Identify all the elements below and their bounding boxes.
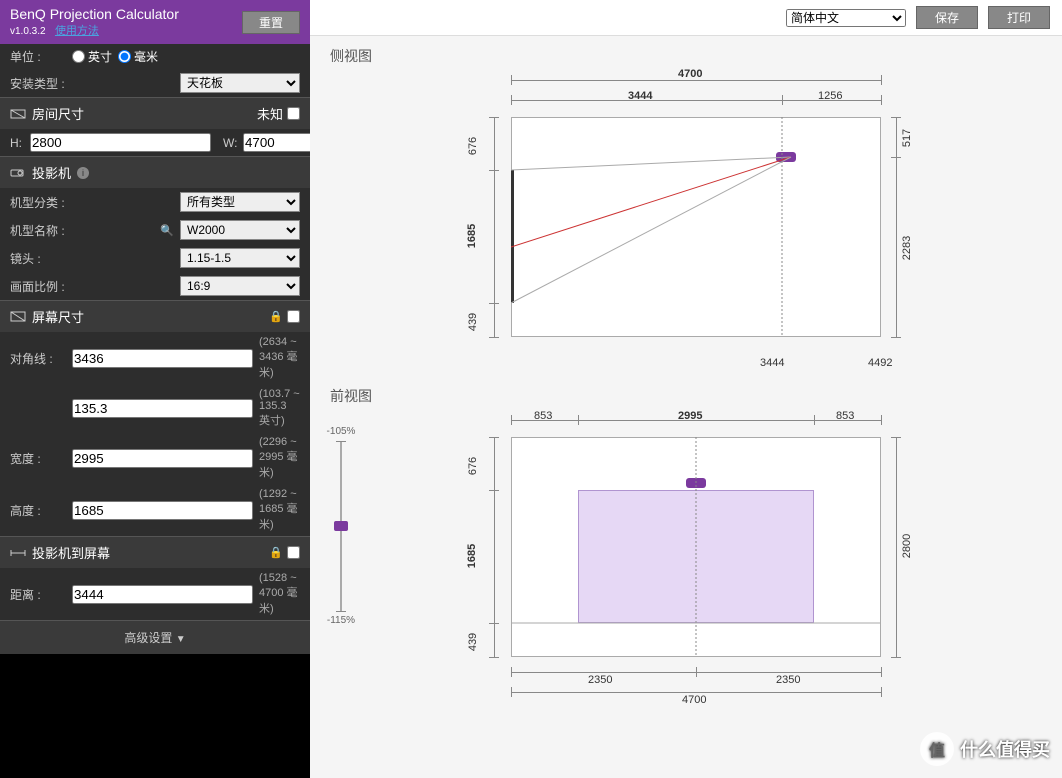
screen-width-input[interactable] [72,449,253,468]
install-type-label: 安装类型 : [10,75,76,92]
radio-inch[interactable] [72,50,85,63]
front-view-diagram: 853 2995 853 676 [406,412,966,712]
sidebar-empty [0,654,310,778]
distance-icon [10,546,26,560]
section-room: 房间尺寸 未知 [0,97,310,129]
lens-select[interactable]: 1.15-1.5 [180,248,300,268]
print-button[interactable]: 打印 [988,6,1050,29]
install-type-select[interactable]: 天花板 [180,73,300,93]
units-mm-radio[interactable]: 毫米 [118,48,158,65]
advanced-settings-toggle[interactable]: 高级设置 ▼ [0,620,310,654]
app-header: BenQ Projection Calculator v1.0.3.2 使用方法… [0,0,310,44]
chevron-down-icon: ▼ [176,634,186,645]
sidebar: BenQ Projection Calculator v1.0.3.2 使用方法… [0,0,310,778]
front-view-area: 前视图 -105% -115% 853 29 [310,382,1062,722]
units-label: 单位 : [10,48,66,65]
offset-thumb[interactable] [334,521,348,531]
language-select[interactable]: 简体中文 [786,9,906,27]
model-category-select[interactable]: 所有类型 [180,192,300,212]
screen-height-input[interactable] [72,501,253,520]
topbar: 简体中文 保存 打印 [310,0,1062,36]
save-button[interactable]: 保存 [916,6,978,29]
usage-link[interactable]: 使用方法 [55,25,99,37]
projector-icon [10,166,26,180]
info-icon[interactable]: i [77,167,89,179]
section-distance: 投影机到屏幕 🔒 [0,536,310,568]
main-area: 简体中文 保存 打印 侧视图 4700 3444 1256 [310,0,1062,778]
side-view-area: 侧视图 4700 3444 1256 [310,36,1062,382]
distance-input[interactable] [72,585,253,604]
side-view-title: 侧视图 [330,46,1042,66]
screen-icon [10,310,26,324]
watermark-icon: 值 [920,732,954,766]
search-icon[interactable]: 🔍 [160,224,174,237]
units-inch-radio[interactable]: 英寸 [72,48,112,65]
room-h-input[interactable] [30,133,211,152]
room-icon [10,107,26,121]
diagonal-mm-input[interactable] [72,349,253,368]
section-projector: 投影机 i [0,156,310,188]
watermark: 值 什么值得买 [920,732,1050,766]
side-view-diagram: 4700 3444 1256 [406,72,966,372]
offset-slider[interactable]: -105% -115% [326,422,356,630]
radio-mm[interactable] [118,50,131,63]
model-name-select[interactable]: W2000 [180,220,300,240]
room-unknown-checkbox[interactable] [287,107,300,120]
lock-icon: 🔒 [269,546,283,559]
section-screen: 屏幕尺寸 🔒 [0,300,310,332]
lock-icon: 🔒 [269,310,283,323]
diagonal-in-input[interactable] [72,399,253,418]
reset-button[interactable]: 重置 [242,11,300,34]
distance-lock-checkbox[interactable] [287,546,300,559]
app-version: v1.0.3.2 [10,26,46,37]
screen-lock-checkbox[interactable] [287,310,300,323]
front-view-title: 前视图 [330,386,1042,406]
app-title: BenQ Projection Calculator [10,6,179,22]
room-unknown-label: 未知 [257,104,283,123]
aspect-select[interactable]: 16:9 [180,276,300,296]
